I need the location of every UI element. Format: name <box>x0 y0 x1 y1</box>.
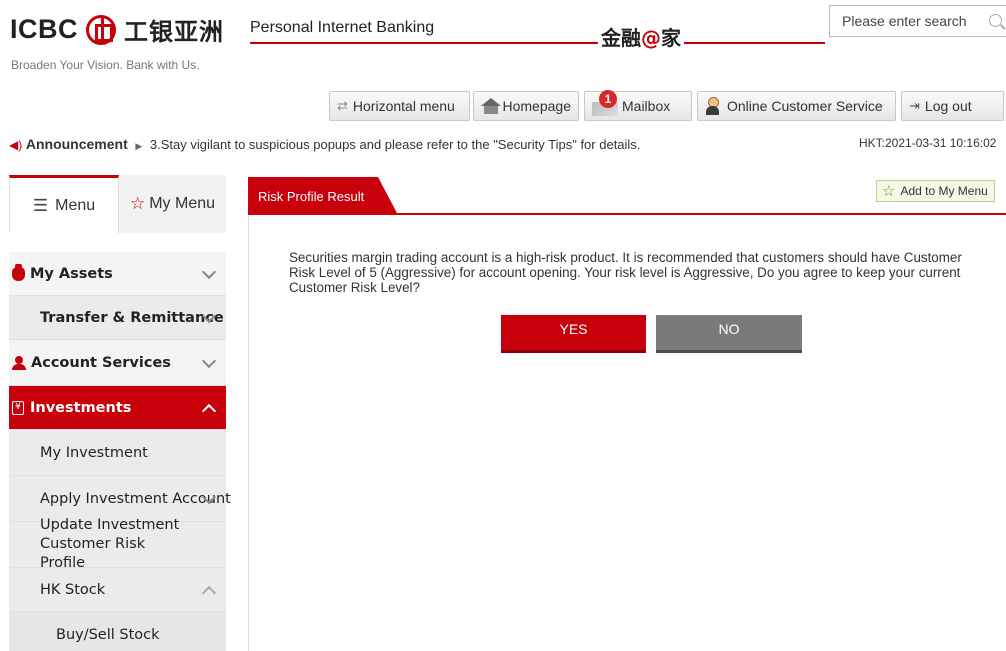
search-icon[interactable] <box>989 14 1002 27</box>
main-content: Risk Profile Result ☆ Add to My Menu Sec… <box>248 175 1006 651</box>
announcement-label: Announcement <box>25 136 128 152</box>
risk-message: Securities margin trading account is a h… <box>289 250 962 295</box>
sidebar-item-update-risk-profile[interactable]: Update Investment Customer Risk Profile <box>9 517 226 571</box>
customer-service-icon <box>705 97 719 115</box>
mail-count-badge: 1 <box>599 90 617 108</box>
horizontal-menu-button[interactable]: ⇄ Horizontal menu <box>329 91 470 121</box>
sidebar-item-label: Update Investment Customer Risk Profile <box>40 517 180 571</box>
risk-profile-tab-label: Risk Profile Result <box>258 188 365 204</box>
search-box <box>829 5 1006 37</box>
money-bag-icon <box>12 263 25 281</box>
mailbox-button[interactable]: 1 Mailbox <box>584 90 692 121</box>
triangle-icon: ▶ <box>135 141 143 151</box>
chevron-up-icon <box>201 585 217 600</box>
sidebar-item-label: Account Services <box>31 354 171 371</box>
homepage-label: Homepage <box>502 98 572 114</box>
chevron-down-icon <box>201 353 217 368</box>
tab-menu-label: Menu <box>55 196 96 214</box>
no-button[interactable]: NO <box>656 315 802 353</box>
sidebar-item-label: Buy/Sell Stock <box>56 626 160 643</box>
sidebar-item-label: My Assets <box>30 265 113 282</box>
search-input[interactable] <box>830 6 970 36</box>
chevron-down-icon <box>201 264 217 279</box>
sidebar-item-label: Transfer & Remittance <box>40 309 224 326</box>
announcement-bar: ◀) Announcement ▶ 3.Stay vigilant to sus… <box>9 136 1006 156</box>
sidebar-item-my-assets[interactable]: My Assets <box>9 252 226 296</box>
star-icon: ☆ <box>129 194 146 213</box>
person-icon <box>12 355 26 370</box>
chevron-up-icon <box>201 403 217 418</box>
brand-suffix: 家 <box>661 26 681 50</box>
service-title: Personal Internet Banking <box>250 19 435 36</box>
sidebar-item-label: Investments <box>30 399 132 416</box>
tab-risk-profile-result[interactable]: Risk Profile Result <box>248 177 398 215</box>
online-service-button[interactable]: Online Customer Service <box>697 91 896 121</box>
sidebar-item-account-services[interactable]: Account Services <box>9 340 226 386</box>
tab-my-menu-label: My Menu <box>149 195 216 212</box>
logout-button[interactable]: ⇥ Log out <box>901 91 1004 121</box>
logout-icon: ⇥ <box>909 98 920 113</box>
yen-icon: ¥ <box>12 400 24 415</box>
mailbox-label: Mailbox <box>622 98 671 114</box>
announcement-text[interactable]: 3.Stay vigilant to suspicious popups and… <box>150 137 641 152</box>
horizontal-menu-label: Horizontal menu <box>352 98 455 114</box>
brand-chinese: 金融@家 <box>598 22 684 51</box>
homepage-button[interactable]: Homepage <box>473 91 579 121</box>
logo-chinese-text: 工银亚洲 <box>124 18 224 46</box>
header-divider <box>250 42 825 44</box>
sidebar: ☰ Menu ☆ My Menu My Assets Transfer & Re… <box>9 175 231 651</box>
icbc-logo[interactable]: ICBC 工银亚洲 <box>10 12 224 47</box>
list-icon: ☰ <box>32 195 49 215</box>
sidebar-item-buy-sell-stock[interactable]: Buy/Sell Stock <box>9 612 226 651</box>
sidebar-item-investments[interactable]: ¥ Investments <box>9 386 226 430</box>
swap-arrows-icon: ⇄ <box>337 98 348 113</box>
logo-text: ICBC <box>10 14 78 44</box>
icbc-seal-icon <box>86 14 116 45</box>
brand-prefix: 金融 <box>601 26 641 50</box>
sidebar-item-hk-stock[interactable]: HK Stock <box>9 568 226 612</box>
sidebar-item-label: My Investment <box>40 444 148 461</box>
add-to-my-menu-button[interactable]: ☆ Add to My Menu <box>876 180 995 202</box>
home-icon <box>481 98 501 114</box>
sidebar-item-label: Apply Investment Account <box>40 490 231 507</box>
online-service-label: Online Customer Service <box>727 98 883 114</box>
logout-label: Log out <box>924 98 972 114</box>
sidebar-item-transfer[interactable]: Transfer & Remittance <box>9 296 226 340</box>
speaker-icon: ◀) <box>9 138 23 152</box>
add-to-my-menu-label: Add to My Menu <box>900 184 988 198</box>
sidebar-item-my-investment[interactable]: My Investment <box>9 430 226 476</box>
star-icon: ☆ <box>882 183 896 200</box>
brand-at: @ <box>641 26 661 50</box>
hkt-time: HKT:2021-03-31 10:16:02 <box>859 136 997 150</box>
tab-my-menu[interactable]: ☆ My Menu <box>119 175 226 233</box>
menu-tabs: ☰ Menu ☆ My Menu <box>9 175 226 233</box>
slogan: Broaden Your Vision. Bank with Us. <box>11 58 200 72</box>
sidebar-item-label: HK Stock <box>40 581 106 598</box>
tab-menu[interactable]: ☰ Menu <box>9 175 119 233</box>
header: ICBC 工银亚洲 Broaden Your Vision. Bank with… <box>0 0 1006 88</box>
yes-button[interactable]: YES <box>501 315 646 353</box>
